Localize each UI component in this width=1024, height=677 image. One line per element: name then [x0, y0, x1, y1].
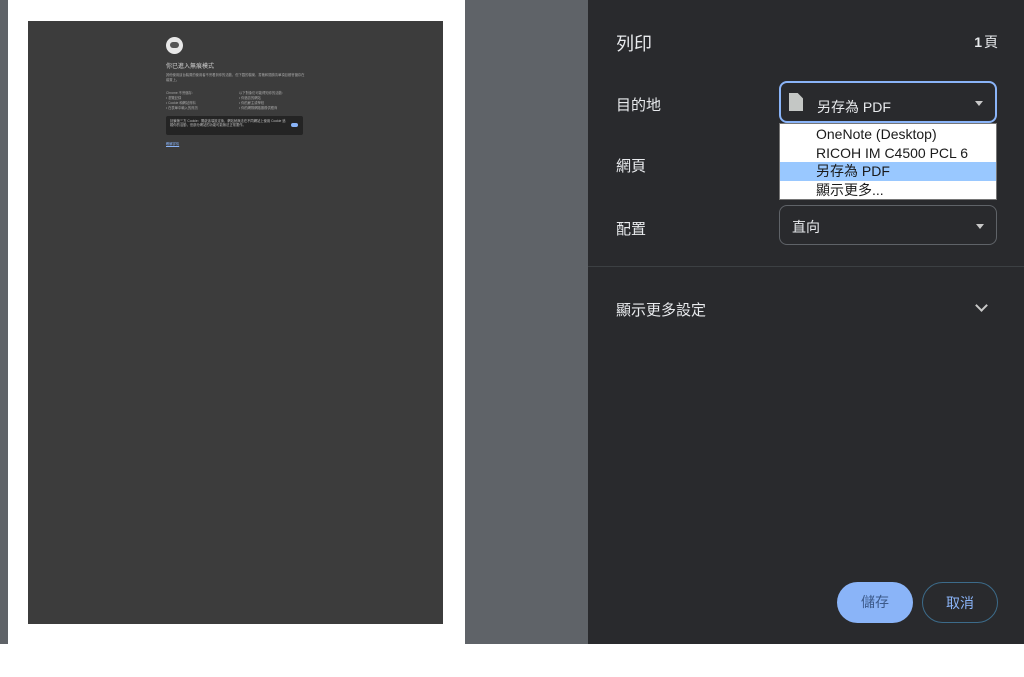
preview-link: 瞭解詳情: [166, 142, 180, 146]
cancel-button[interactable]: 取消: [922, 582, 998, 623]
preview-column-left: Chrome 不會儲存： • 瀏覽記錄 • Cookie 和網站資料 • 在表單…: [166, 91, 228, 111]
destination-option-show-more[interactable]: 顯示更多...: [780, 181, 996, 200]
preview-cookie-box: 封鎖第三方 Cookie：開啟這項設定後，網站就無法在不同網站上使用 Cooki…: [166, 116, 303, 135]
print-settings-panel: 列印 1頁 目的地 另存為 PDF OneNote (Desktop) RICO…: [588, 0, 1024, 644]
destination-label: 目的地: [616, 97, 662, 114]
chevron-down-icon[interactable]: [975, 299, 988, 312]
document-icon: [789, 93, 803, 111]
page-count-number: 1: [974, 34, 982, 50]
destination-select[interactable]: 另存為 PDF: [779, 81, 997, 123]
section-divider: [588, 266, 1024, 267]
preview-column-right: 以下對象仍可能得知你的活動： • 你造訪的網站 • 你的雇主或學校 • 你的網際…: [239, 91, 301, 111]
preview-page: 你已進入無痕模式 其他使用這台裝置的使用者不會看到你的活動，但下載的檔案、書籤和…: [8, 0, 465, 644]
layout-select[interactable]: 直向: [779, 205, 997, 245]
pages-label: 網頁: [616, 158, 647, 175]
destination-value: 另存為 PDF: [817, 99, 891, 115]
destination-dropdown-list: OneNote (Desktop) RICOH IM C4500 PCL 6 另…: [779, 123, 997, 200]
page-count: 1頁: [974, 32, 998, 52]
preview-toggle: [291, 123, 298, 127]
preview-col2-line: • 你的網際網路服務供應商: [239, 106, 278, 110]
incognito-icon: [166, 37, 183, 54]
destination-option-onenote[interactable]: OneNote (Desktop): [780, 125, 996, 144]
dropdown-arrow-icon: [976, 224, 984, 229]
preview-paragraph: 其他使用這台裝置的使用者不會看到你的活動，但下載的檔案、書籤和閱讀清單項目都會儲…: [166, 73, 305, 82]
preview-heading: 你已進入無痕模式: [166, 64, 215, 70]
preview-page-content: 你已進入無痕模式 其他使用這台裝置的使用者不會看到你的活動，但下載的檔案、書籤和…: [28, 21, 443, 624]
destination-option-save-pdf[interactable]: 另存為 PDF: [780, 162, 996, 181]
more-settings-toggle[interactable]: 顯示更多設定: [616, 299, 706, 320]
dropdown-arrow-icon: [975, 101, 983, 106]
preview-cookie-text: 封鎖第三方 Cookie：開啟這項設定後，網站就無法在不同網站上使用 Cooki…: [170, 119, 286, 128]
preview-col1-line: • 在表單中輸入的資訊: [166, 106, 198, 110]
layout-label: 配置: [616, 221, 647, 238]
layout-value: 直向: [792, 219, 820, 235]
page-count-unit: 頁: [984, 34, 998, 50]
dialog-title: 列印: [616, 34, 652, 54]
save-button[interactable]: 儲存: [837, 582, 913, 623]
destination-option-ricoh[interactable]: RICOH IM C4500 PCL 6: [780, 144, 996, 163]
print-preview-area: 你已進入無痕模式 其他使用這台裝置的使用者不會看到你的活動，但下載的檔案、書籤和…: [0, 0, 588, 644]
